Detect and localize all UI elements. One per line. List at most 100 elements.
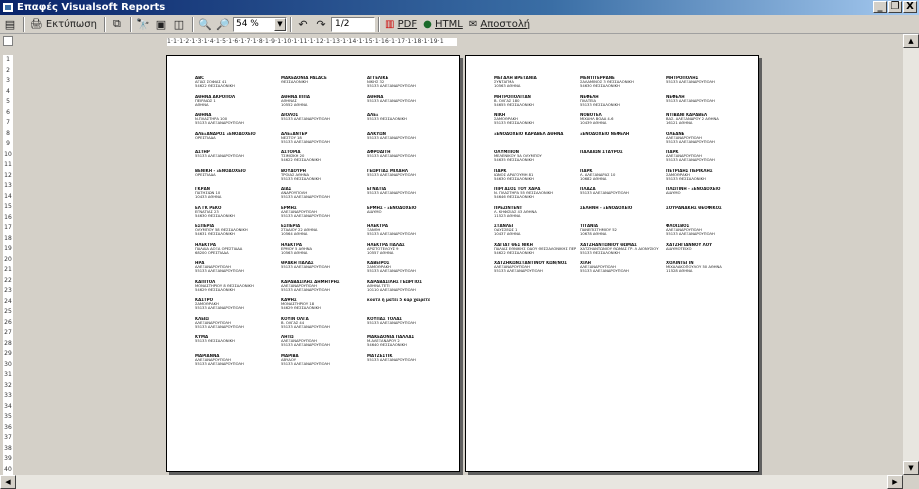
contact-card: ΗΡΑ ΑΛΕΞΑΝΔΡΟΥΠΟΛΗ 55133 ΑΛΕΞΑΝΔΡΟΥΠΟΛΗ xyxy=(195,261,277,280)
ruler-tick: 27 xyxy=(4,329,12,336)
print-button[interactable]: 🖨 Εκτύπωση xyxy=(28,16,99,32)
contact-city: 55133 ΑΛΕΞΑΝΔΡΟΥΠΟΛΗ xyxy=(666,98,715,103)
contact-city: 55133 ΑΛΕΞΑΝΔΡΟΥΠΟΛΗ xyxy=(666,232,715,237)
contact-card: ΑΘΗΝΑ 55133 ΑΛΕΞΑΝΔΡΟΥΠΟΛΗ xyxy=(367,95,449,114)
contact-name: ΞΕΝΟΔΟΧΕΙΟ ΚΑΡΑΒΕΛ ΑΘΗΝΑ xyxy=(494,131,564,136)
chevron-down-icon[interactable]: ▼ xyxy=(273,17,286,31)
contact-card: ΕΡΜΗΣ - ΞΕΝΟΔΟΧΕΙΟ ΔΙΔΥΜΟ xyxy=(367,206,449,225)
single-page-icon[interactable]: ▣ xyxy=(153,16,169,32)
contact-city: 10437 ΑΘΗΝΑ xyxy=(494,232,521,237)
ruler-tick: 22 xyxy=(4,276,12,284)
contact-card: ΦΛΟΙΣΒΟΣ ΑΛΕΞΑΝΔΡΟΥΠΟΛΗ 55133 ΑΛΕΞΑΝΔΡΟΥΠΟ… xyxy=(666,224,748,243)
minimize-button[interactable]: _ xyxy=(873,1,887,13)
zoom-value: 54 % xyxy=(235,19,259,29)
pdf-icon: ▥ xyxy=(384,18,398,30)
contact-card: ΑΛΕΞΑΝΔΡΟΣ ΞΕΝΟΔΟΧΕΙΟ ΟΡΕΣΤΙΑΔΑ xyxy=(195,132,277,151)
zoom-out-icon[interactable]: 🔍 xyxy=(197,16,213,32)
contact-city: ΑΘΗΝΑ xyxy=(195,102,209,107)
ruler-tick: 31 xyxy=(4,371,12,378)
contact-city: 10110 ΑΛΕΞΑΝΔΡΟΥΠΟΛΗ xyxy=(367,287,416,292)
contact-card: ΑΙΟΛΟΣ 55133 ΑΛΕΞΑΝΔΡΟΥΠΟΛΗ xyxy=(281,113,363,132)
html-export-button[interactable]: ● HTML xyxy=(421,16,465,32)
contact-card: ΧΑΤΖΗΑΝΤΩΝΙΟΥ ΘΩΜΑΣ ΧΑΤΖΗΑΝΤΩΝΙΟΥ ΘΩΜΑΣ Γ… xyxy=(580,243,662,262)
contact-card: ΑΘΗΝΑ ΑΚΡΟΠΟΛ ΠΕΙΡΑΙΩΣ 1 ΑΘΗΝΑ xyxy=(195,95,277,114)
contact-card: ΜΗΤΡΟΠΟΛΗΣ 55133 ΑΛΕΞΑΝΔΡΟΥΠΟΛΗ xyxy=(666,76,748,95)
contact-card: ΚΛΕΙΩ ΑΛΕΞΑΝΔΡΟΥΠΟΛΗ 55133 ΑΛΕΞΑΝΔΡΟΥΠΟΛΗ xyxy=(195,317,277,336)
contact-city: 55133 ΑΛΕΞΑΝΔΡΟΥΠΟΛΗ xyxy=(367,154,416,159)
vertical-scrollbar[interactable]: ▲ ▼ xyxy=(903,34,919,475)
contact-city: 55133 ΑΛΕΞΑΝΔΡΟΥΠΟΛΗ xyxy=(367,320,416,325)
contact-city: 10563 ΑΘΗΝΑ xyxy=(281,250,308,255)
scroll-right-icon[interactable]: ▶ xyxy=(887,475,903,489)
horizontal-ruler: 1·1·1·2·1·3·1·4·1·5·1·6·1·7·1·8·1·9·1·10… xyxy=(167,38,457,46)
ruler-tick: 12 xyxy=(4,171,12,179)
ruler-tick: 39 xyxy=(4,455,12,462)
contact-card: ΠΕΤΡΙΔΗΣ ΠΕΡΙΚΛΗΣ ΣΑΜΟΘΡΑΚΗ 55133 ΘΕΣΣΑΛΟΝ… xyxy=(666,169,748,188)
scroll-left-icon[interactable]: ◀ xyxy=(0,475,16,489)
contact-city: 55133 ΘΕΣΣΑΛΟΝΙΚΗ xyxy=(281,176,321,181)
ruler-tick: 5 xyxy=(6,98,10,105)
contact-card: ΞΕΝΟΔΟΧΕΙΟ ΚΑΡΑΒΕΛ ΑΘΗΝΑ xyxy=(494,132,576,151)
toolbar-separator xyxy=(103,16,106,32)
contact-card: ΑΛΕΞ 55133 ΘΕΣΣΑΛΟΝΙΚΗ xyxy=(367,113,449,132)
ruler-tick: 32 xyxy=(4,381,12,389)
pdf-export-button[interactable]: ▥ PDF xyxy=(383,16,419,32)
contact-card: ΝΕΦΕΛΗ 55133 ΑΛΕΞΑΝΔΡΟΥΠΟΛΗ xyxy=(666,95,748,114)
contact-card: ΚΟΥΠΑΣ ΤΟΛΑΣ 55133 ΑΛΕΞΑΝΔΡΟΥΠΟΛΗ xyxy=(367,317,449,336)
print-label: Εκτύπωση xyxy=(45,18,97,30)
contact-city: 55133 ΑΛΕΞΑΝΔΡΟΥΠΟΛΗ xyxy=(281,343,330,348)
contact-city: ΘΕΣΣΑΛΟΝΙΚΗ xyxy=(281,80,308,85)
zoom-in-icon[interactable]: 🔎 xyxy=(215,16,231,32)
contact-city: 10564 ΑΘΗΝΑ xyxy=(281,232,308,237)
toolbar-separator xyxy=(191,16,194,32)
next-page-icon[interactable]: ↷ xyxy=(313,16,329,32)
ruler-tick: 36 xyxy=(4,423,12,431)
contact-city: 54629 ΘΕΣΣΑΛΟΝΙΚΗ xyxy=(195,287,235,292)
close-button[interactable]: X xyxy=(903,1,917,13)
page-number-input[interactable]: 1/2 xyxy=(330,16,375,32)
contact-card: ΚΑΒΕΙΡΟΣ ΣΑΜΟΘΡΑΚΗ 55133 ΑΛΕΞΑΝΔΡΟΥΠΟΛΗ xyxy=(367,261,449,280)
ruler-tick: 24 xyxy=(4,297,12,305)
ruler-tick: 20 xyxy=(4,255,12,263)
contact-card: ΑΓΓΕΛΙΚΕ ΝΙΚΗΣ 32 55133 ΑΛΕΞΑΝΔΡΟΥΠΟΛΗ xyxy=(367,76,449,95)
scroll-up-icon[interactable]: ▲ xyxy=(903,34,919,48)
horizontal-scrollbar[interactable]: ◀ ▶ xyxy=(0,475,903,489)
multi-page-icon[interactable]: ◫ xyxy=(171,16,187,32)
maximize-button[interactable]: ❐ xyxy=(888,1,902,13)
contact-card: ΝΟΒΟΤΕΛ ΜΙΧΑΗΛ ΒΟΔΑ 4-6 10439 ΑΘΗΝΑ xyxy=(580,113,662,132)
contact-card: ΟΛΕΑΝΕ ΑΛΕΞΑΝΔΡΟΥΠΟΛΗ 55133 ΑΛΕΞΑΝΔΡΟΥΠΟΛΗ xyxy=(666,132,748,151)
contact-city: 10678 ΑΘΗΝΑ xyxy=(580,232,607,237)
contact-card: ΑΦΡΟΔΙΤΗ 55133 ΑΛΕΞΑΝΔΡΟΥΠΟΛΗ xyxy=(367,150,449,169)
toolbar-separator xyxy=(377,16,380,32)
find-icon[interactable]: 🔭 xyxy=(135,16,151,32)
previous-page-icon[interactable]: ↶ xyxy=(295,16,311,32)
copy-icon[interactable]: ⧉ xyxy=(109,16,125,32)
contact-card: ΕΓΝΑΤΙΑ 55133 ΑΛΕΞΑΝΔΡΟΥΠΟΛΗ xyxy=(367,187,449,206)
zoom-select[interactable]: 54 % ▼ xyxy=(232,16,287,32)
contact-city: 55133 ΘΕΣΣΑΛΟΝΙΚΗ xyxy=(666,176,706,181)
contact-city: 55133 ΘΕΣΣΑΛΟΝΙΚΗ xyxy=(580,250,620,255)
contact-city: 54655 ΘΕΣΣΑΛΟΝΙΚΗ xyxy=(494,102,534,107)
contact-city: 55133 ΑΛΕΞΑΝΔΡΟΥΠΟΛΗ xyxy=(195,269,244,274)
contact-card: ΑΘΗΝΑ Ν.ΠΛΑΣΤΗΡΑ 100 55133 ΑΛΕΞΑΝΔΡΟΥΠΟΛΗ xyxy=(195,113,277,132)
contact-city: 55133 ΑΛΕΞΑΝΔΡΟΥΠΟΛΗ xyxy=(666,158,715,163)
contact-city: 55133 ΑΛΕΞΑΝΔΡΟΥΠΟΛΗ xyxy=(195,154,244,159)
contact-card: ΧΑΓΙΑΤ ΘΕΣ ΝΙΚΗ ΠΑΛΙΑΣ ΕΘΝΙΚΗΣ ΟΔΟΥ ΘΕΣΣΑ… xyxy=(494,243,576,262)
contact-card: ΚΑΠΙΤΟΛ ΜΟΝΑΣΤΗΡΙΟΥ 8 ΘΕΣΣΑΛΟΝΙΚΗ 54629 ΘΕ… xyxy=(195,280,277,299)
ruler-tick: 18 xyxy=(4,234,12,242)
contact-card: ΔΙΑΣ ΑΝΔΡΟΥΠΟΛΗ 55133 ΑΛΕΞΑΝΔΡΟΥΠΟΛΗ xyxy=(281,187,363,206)
contact-city: 11523 ΑΘΗΝΑ xyxy=(494,213,521,218)
scroll-down-icon[interactable]: ▼ xyxy=(903,461,919,475)
contact-card: ΞΕΝΟΔΟΧΕΙΟ ΝΕΦΕΛΗ xyxy=(580,132,662,151)
contact-city: 10433 ΑΘΗΝΑ xyxy=(195,195,222,200)
ruler-tick: 7 xyxy=(6,119,10,126)
contact-city: 55133 ΘΕΣΣΑΛΟΝΙΚΗ xyxy=(195,339,235,344)
contact-card: ΜΕΝΤΙΤΕΡΡΑΝΕ ΣΑΛΑΜΙΝΟΣ 3 ΘΕΣΣΑΛΟΝΙΚΗ 54630… xyxy=(580,76,662,95)
table-of-contents-icon[interactable]: ▤ xyxy=(2,16,18,32)
contact-city: 68200 ΟΡΕΣΤΙΑΔΑ xyxy=(195,250,229,255)
send-button[interactable]: ✉ Αποστολή xyxy=(467,16,532,32)
contact-city: 54631 ΘΕΣΣΑΛΟΝΙΚΗ xyxy=(195,232,235,237)
contact-card: ΜΑΚΕΔΟΝΙΑ PALACE ΘΕΣΣΑΛΟΝΙΚΗ xyxy=(281,76,363,95)
contact-city: 54630 ΘΕΣΣΑΛΟΝΙΚΗ xyxy=(195,213,235,218)
contact-city: 55133 ΑΛΕΞΑΝΔΡΟΥΠΟΛΗ xyxy=(195,306,244,311)
